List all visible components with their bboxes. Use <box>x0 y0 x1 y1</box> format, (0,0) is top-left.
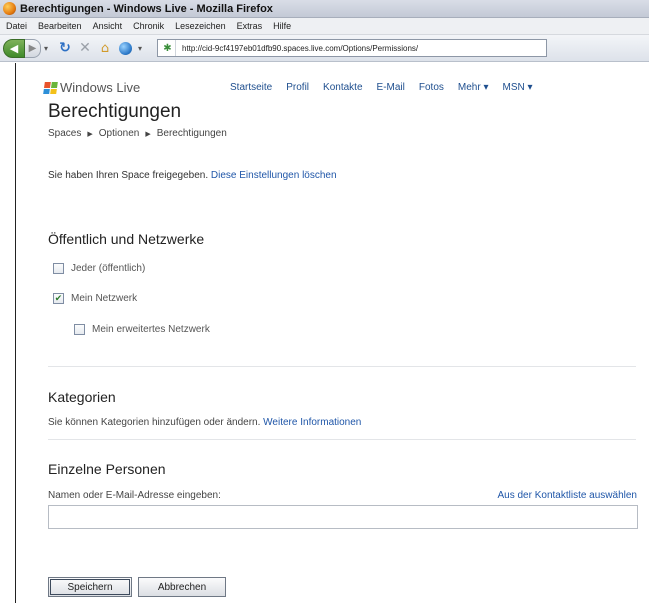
breadcrumb-arrow-icon: ▶ <box>87 130 93 138</box>
menu-bearbeiten[interactable]: Bearbeiten <box>38 21 82 31</box>
home-icon[interactable]: ⌂ <box>95 39 115 58</box>
site-icon: ✱ <box>160 40 176 56</box>
menu-datei[interactable]: Datei <box>6 21 27 31</box>
globe-icon[interactable] <box>115 39 135 58</box>
save-button[interactable]: Speichern <box>48 577 132 597</box>
nav-profil[interactable]: Profil <box>286 82 309 93</box>
url-bar[interactable]: ✱ http://cid-9cf4197eb01dfb90.spaces.liv… <box>157 39 547 57</box>
categories-description: Sie können Kategorien hinzufügen oder än… <box>48 417 361 428</box>
menu-ansicht[interactable]: Ansicht <box>93 21 123 31</box>
cancel-button[interactable]: Abbrechen <box>138 577 226 597</box>
nav-kontakte[interactable]: Kontakte <box>323 82 362 93</box>
share-status-text: Sie haben Ihren Space freigegeben. <box>48 170 209 181</box>
stop-icon[interactable]: ✕ <box>75 39 95 58</box>
navigation-toolbar: ◀ ▶ ▾ ↻ ✕ ⌂ ▾ ✱ http://cid-9cf4197eb01df… <box>0 35 649 62</box>
page-title: Berechtigungen <box>48 101 182 122</box>
checkbox-extended-network[interactable] <box>74 324 85 335</box>
breadcrumb-arrow-icon: ▶ <box>145 130 151 138</box>
nav-msn[interactable]: MSN ▾ <box>502 82 532 93</box>
section-title-public: Öffentlich und Netzwerke <box>48 231 205 247</box>
option-extended-network[interactable]: Mein erweitertes Netzwerk <box>74 324 210 335</box>
menu-extras[interactable]: Extras <box>237 21 263 31</box>
checkbox-network[interactable]: ✔ <box>53 293 64 304</box>
window-titlebar: Berechtigungen - Windows Live - Mozilla … <box>0 0 649 18</box>
categories-text: Sie können Kategorien hinzufügen oder än… <box>48 417 261 428</box>
frame-border <box>15 63 16 603</box>
nav-mehr[interactable]: Mehr ▾ <box>458 82 489 93</box>
option-extended-network-label: Mein erweitertes Netzwerk <box>92 324 210 335</box>
nav-fotos[interactable]: Fotos <box>419 82 444 93</box>
nav-startseite[interactable]: Startseite <box>230 82 272 93</box>
window-title: Berechtigungen - Windows Live - Mozilla … <box>20 2 273 15</box>
section-divider <box>48 366 636 367</box>
history-dropdown-icon[interactable]: ▾ <box>41 39 51 58</box>
menu-hilfe[interactable]: Hilfe <box>273 21 291 31</box>
breadcrumb-optionen[interactable]: Optionen <box>99 128 140 139</box>
reload-icon[interactable]: ↻ <box>55 39 75 58</box>
section-title-categories: Kategorien <box>48 389 116 405</box>
option-public-label: Jeder (öffentlich) <box>71 263 146 274</box>
nav-email[interactable]: E-Mail <box>377 82 405 93</box>
url-text[interactable]: http://cid-9cf4197eb01dfb90.spaces.live.… <box>178 44 418 53</box>
breadcrumb-spaces[interactable]: Spaces <box>48 128 81 139</box>
menu-lesezeichen[interactable]: Lesezeichen <box>175 21 226 31</box>
checkbox-public[interactable] <box>53 263 64 274</box>
brand-name: Windows Live <box>60 80 141 95</box>
page-content: Windows Live Startseite Profil Kontakte … <box>0 63 649 603</box>
more-info-link[interactable]: Weitere Informationen <box>263 417 361 428</box>
top-navigation: Startseite Profil Kontakte E-Mail Fotos … <box>230 82 547 93</box>
delete-settings-link[interactable]: Diese Einstellungen löschen <box>211 170 337 181</box>
option-network[interactable]: ✔ Mein Netzwerk <box>53 293 137 304</box>
back-button[interactable]: ◀ <box>3 38 25 58</box>
globe-dropdown-icon[interactable]: ▾ <box>135 39 145 58</box>
breadcrumb: Spaces ▶ Optionen ▶ Berechtigungen <box>48 128 227 139</box>
name-input-label: Namen oder E-Mail-Adresse eingeben: <box>48 490 221 501</box>
windows-flag-icon <box>43 81 58 94</box>
section-divider <box>48 439 636 440</box>
firefox-icon <box>3 2 16 15</box>
windows-live-logo[interactable]: Windows Live <box>43 80 141 95</box>
menu-chronik[interactable]: Chronik <box>133 21 164 31</box>
option-network-label: Mein Netzwerk <box>71 293 138 304</box>
name-email-input[interactable] <box>48 505 638 529</box>
breadcrumb-berechtigungen: Berechtigungen <box>156 128 227 139</box>
option-public[interactable]: Jeder (öffentlich) <box>53 263 145 274</box>
share-status: Sie haben Ihren Space freigegeben. Diese… <box>48 170 337 181</box>
section-title-persons: Einzelne Personen <box>48 461 166 477</box>
menu-bar: Datei Bearbeiten Ansicht Chronik Lesezei… <box>0 18 649 35</box>
select-from-contacts-link[interactable]: Aus der Kontaktliste auswählen <box>497 490 637 501</box>
forward-button[interactable]: ▶ <box>25 38 41 58</box>
